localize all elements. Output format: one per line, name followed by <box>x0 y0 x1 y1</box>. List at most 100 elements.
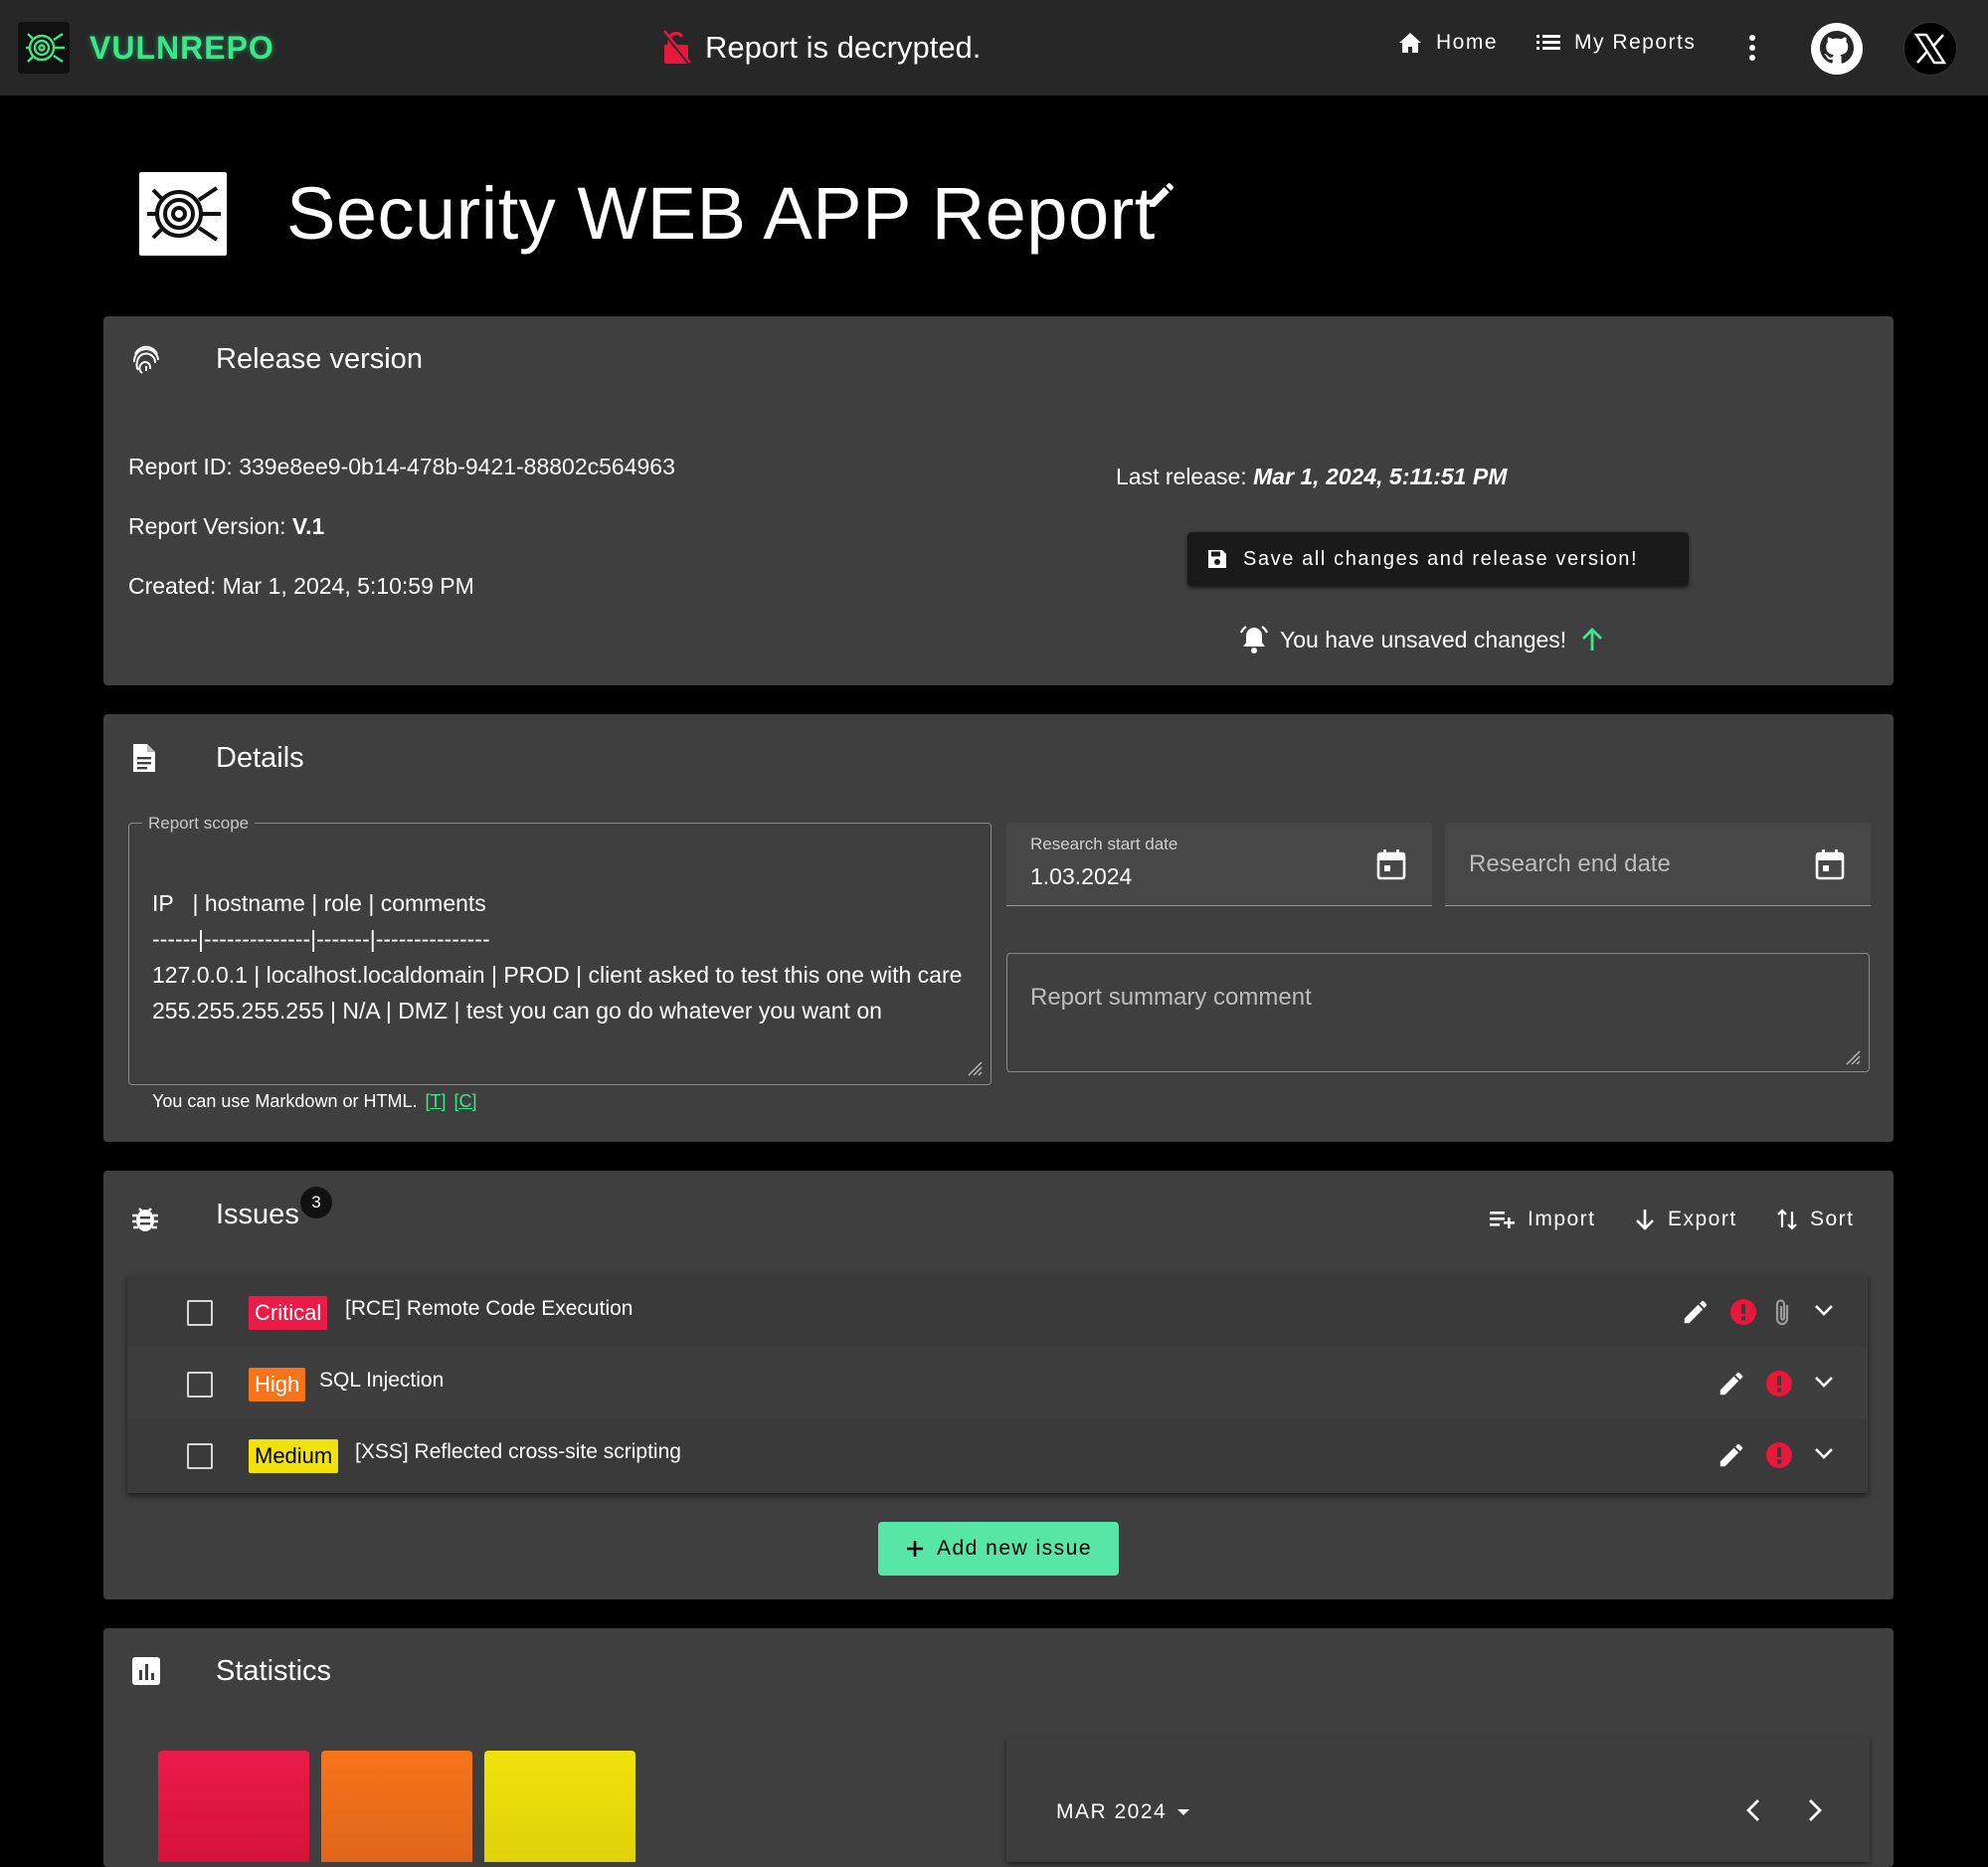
research-start-date-field[interactable]: Research start date 1.03.2024 <box>1006 823 1432 906</box>
error-icon <box>1766 1442 1792 1468</box>
report-title-row: Security WEB APP Report <box>139 171 1156 256</box>
statistics-heading: Statistics <box>216 1654 332 1687</box>
markdown-hint: You can use Markdown or HTML. [T] [C] <box>152 1091 477 1111</box>
high-count-tile <box>321 1751 472 1862</box>
edit-icon[interactable] <box>1717 1369 1746 1399</box>
vulnrepo-logo-icon <box>18 22 70 74</box>
chevron-left-icon[interactable] <box>1742 1796 1766 1824</box>
last-release-value: Mar 1, 2024, 5:11:51 PM <box>1253 464 1508 489</box>
home-icon <box>1399 33 1421 53</box>
fingerprint-icon <box>132 345 159 374</box>
report-version: Report Version: V.1 <box>128 513 325 539</box>
severity-badge-high: High <box>249 1368 306 1401</box>
add-new-issue-label: Add new issue <box>936 1537 1093 1560</box>
severity-badge-critical: Critical <box>249 1296 328 1330</box>
report-summary-textarea[interactable]: Report summary comment <box>1006 953 1870 1072</box>
report-id-value: 339e8ee9-0b14-478b-9421-88802c564963 <box>239 454 675 479</box>
lock-open-icon <box>661 30 691 65</box>
resize-grip-icon[interactable] <box>967 1060 983 1076</box>
issues-header: Issues <box>131 1199 299 1234</box>
chevron-down-icon[interactable] <box>1814 1446 1834 1460</box>
edit-title-icon[interactable] <box>1146 179 1177 211</box>
nav-home-label: Home <box>1436 31 1499 54</box>
research-start-date-label: Research start date <box>1030 835 1178 853</box>
report-logo-icon <box>139 171 227 256</box>
top-app-bar: VULNREPO Report is decrypted. Home My Re… <box>0 0 1988 95</box>
research-start-date-value: 1.03.2024 <box>1030 863 1133 889</box>
severity-badge-medium: Medium <box>249 1439 339 1473</box>
issue-row[interactable]: Critical [RCE] Remote Code Execution <box>127 1275 1868 1347</box>
chevron-down-icon[interactable] <box>1814 1303 1834 1317</box>
notification-bell-icon <box>1239 626 1269 653</box>
issues-list: Critical [RCE] Remote Code Execution Hig… <box>127 1275 1868 1493</box>
report-created: Created: Mar 1, 2024, 5:10:59 PM <box>128 573 474 599</box>
report-version-value: V.1 <box>291 513 325 539</box>
arrow-down-icon <box>1636 1210 1654 1230</box>
github-icon[interactable] <box>1810 22 1864 76</box>
save-release-button[interactable]: Save all changes and release version! <box>1187 532 1689 586</box>
chevron-down-icon[interactable] <box>1814 1375 1834 1389</box>
attachment-icon[interactable] <box>1769 1297 1795 1329</box>
add-new-issue-button[interactable]: Add new issue <box>878 1522 1119 1576</box>
issues-count-badge: 3 <box>300 1187 332 1218</box>
playlist-add-icon <box>1490 1212 1515 1228</box>
list-icon <box>1536 35 1560 50</box>
error-icon <box>1730 1299 1756 1325</box>
issue-row[interactable]: High SQL Injection <box>127 1347 1868 1418</box>
research-end-date-field[interactable]: Research end date <box>1445 823 1871 906</box>
markdown-table-link[interactable]: [T] <box>425 1091 446 1111</box>
issue-title[interactable]: [RCE] Remote Code Execution <box>345 1297 633 1321</box>
calendar-month-select[interactable]: MAR 2024 <box>1056 1800 1192 1824</box>
decryption-status: Report is decrypted. <box>661 30 981 66</box>
document-icon <box>133 744 155 772</box>
edit-icon[interactable] <box>1681 1297 1711 1327</box>
calendar-month-label: MAR 2024 <box>1056 1800 1168 1823</box>
export-label: Export <box>1668 1208 1737 1230</box>
issue-row[interactable]: Medium [XSS] Reflected cross-site script… <box>127 1418 1868 1490</box>
research-end-date-placeholder: Research end date <box>1469 850 1671 877</box>
report-scope-value: IP | hostname | role | comments ------|-… <box>152 890 963 1024</box>
save-release-label: Save all changes and release version! <box>1243 547 1639 570</box>
issue-checkbox[interactable] <box>187 1372 213 1398</box>
import-button[interactable]: Import <box>1490 1208 1596 1231</box>
release-version-header: Release version <box>131 342 423 376</box>
sort-label: Sort <box>1810 1208 1855 1230</box>
issue-title[interactable]: [XSS] Reflected cross-site scripting <box>355 1440 681 1464</box>
issue-checkbox[interactable] <box>187 1300 213 1326</box>
medium-count-tile <box>484 1751 635 1862</box>
report-scope-label: Report scope <box>142 814 256 834</box>
more-vert-icon[interactable] <box>1740 30 1764 66</box>
brand-logo-link[interactable]: VULNREPO <box>18 22 274 74</box>
decryption-status-text: Report is decrypted. <box>705 30 982 65</box>
sort-button[interactable]: Sort <box>1776 1208 1855 1231</box>
save-icon <box>1208 550 1226 568</box>
report-scope-textarea[interactable]: Report scope IP | hostname | role | comm… <box>128 814 992 1085</box>
report-id: Report ID: 339e8ee9-0b14-478b-9421-88802… <box>128 454 675 479</box>
statistics-calendar: MAR 2024 <box>1006 1737 1870 1862</box>
arrow-up-icon <box>1582 628 1603 651</box>
arrow-drop-down-icon <box>1177 1809 1190 1815</box>
release-version-heading: Release version <box>216 342 423 375</box>
resize-grip-icon[interactable] <box>1845 1049 1861 1065</box>
nav-my-reports-label: My Reports <box>1574 31 1697 54</box>
calendar-icon[interactable] <box>1376 848 1406 880</box>
issue-title[interactable]: SQL Injection <box>319 1369 444 1393</box>
issue-checkbox[interactable] <box>187 1443 213 1469</box>
bug-icon <box>132 1208 158 1231</box>
nav-home-button[interactable]: Home <box>1398 31 1498 55</box>
nav-my-reports-button[interactable]: My Reports <box>1536 31 1696 55</box>
markdown-code-link[interactable]: [C] <box>453 1091 476 1111</box>
report-created-value: Mar 1, 2024, 5:10:59 PM <box>222 573 474 599</box>
critical-count-tile <box>158 1751 309 1862</box>
unsaved-changes-notice: You have unsaved changes! <box>1238 625 1614 654</box>
details-heading: Details <box>216 741 304 774</box>
calendar-icon[interactable] <box>1815 848 1845 880</box>
edit-icon[interactable] <box>1717 1440 1746 1470</box>
report-summary-placeholder: Report summary comment <box>1030 984 1312 1011</box>
export-button[interactable]: Export <box>1634 1208 1737 1231</box>
issues-heading: Issues <box>216 1199 299 1230</box>
bar-chart-icon <box>132 1657 160 1685</box>
unsaved-changes-text: You have unsaved changes! <box>1280 626 1567 653</box>
chevron-right-icon[interactable] <box>1802 1796 1826 1824</box>
x-twitter-icon[interactable] <box>1903 22 1957 76</box>
